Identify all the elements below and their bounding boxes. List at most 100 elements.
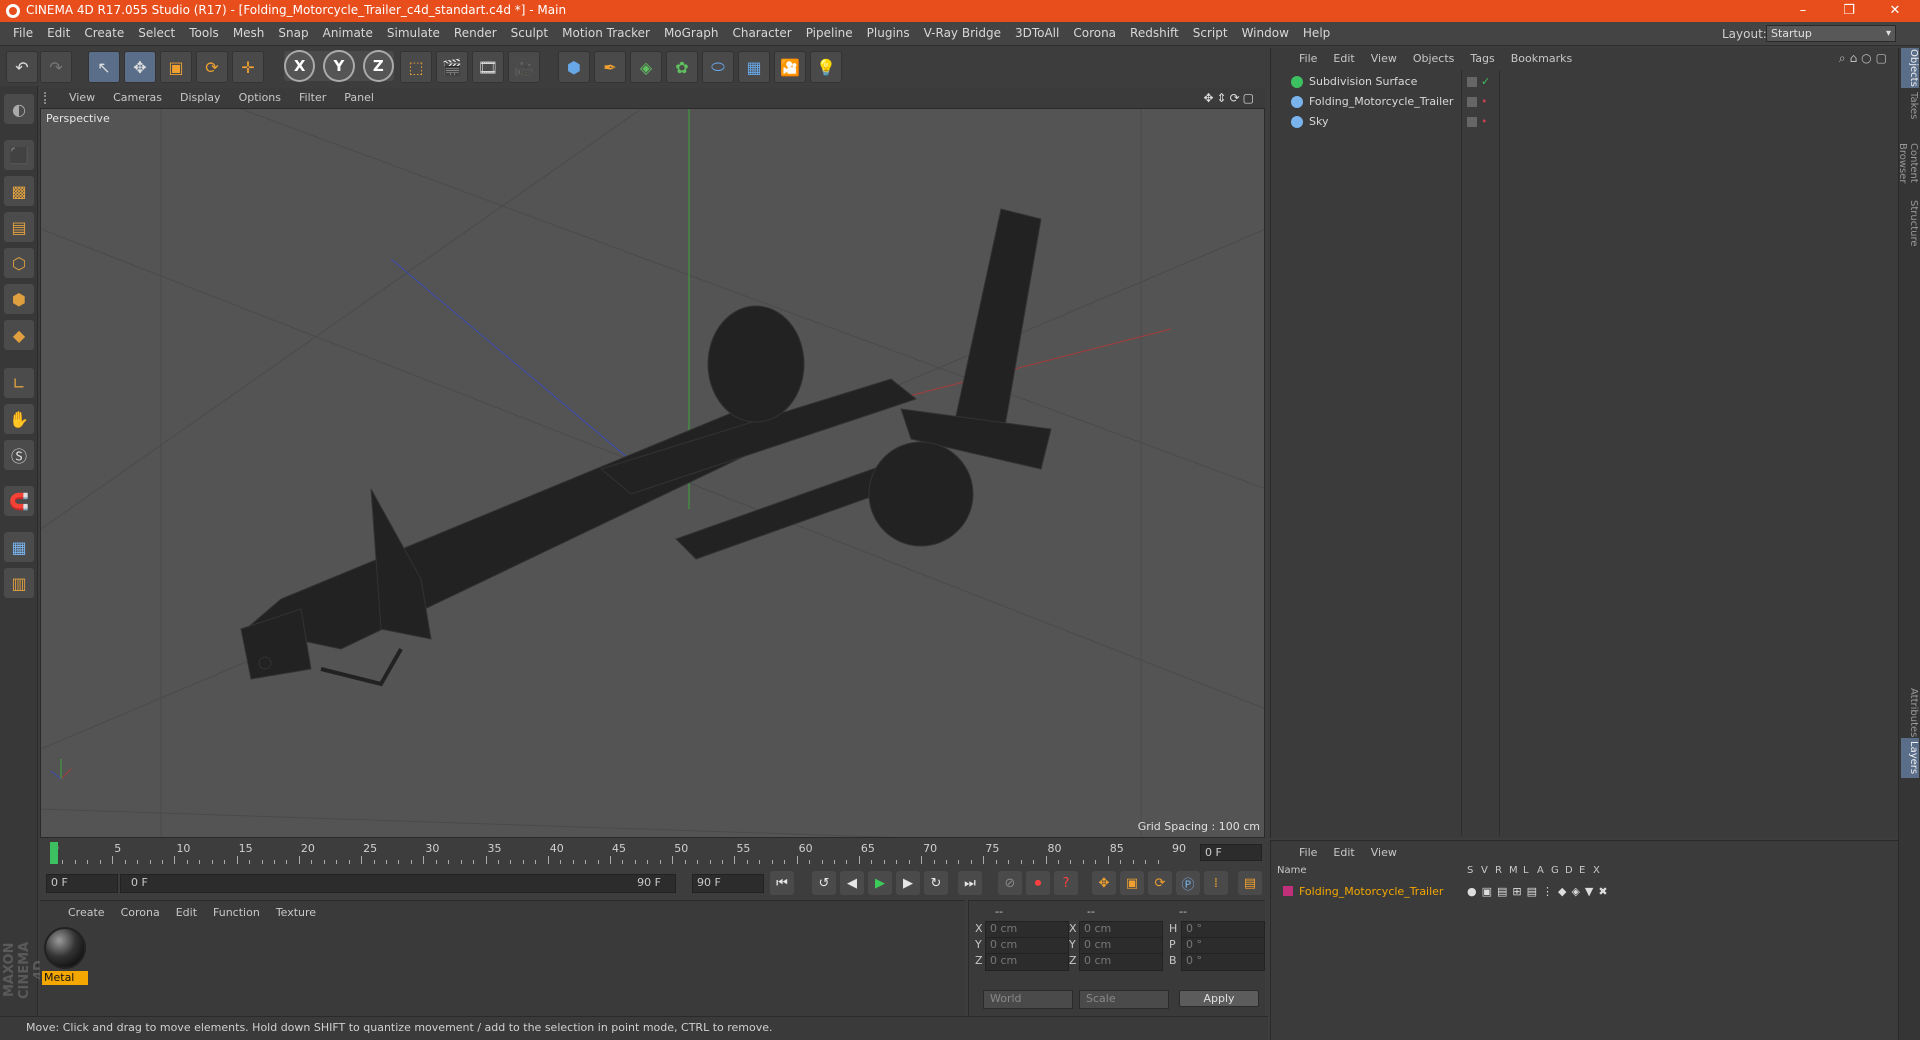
tab-structure[interactable]: Structure: [1901, 198, 1919, 248]
subdivision-surface-icon[interactable]: ◈: [630, 51, 662, 83]
viewport-menu-cameras[interactable]: Cameras: [104, 91, 171, 104]
close-button[interactable]: ✕: [1872, 0, 1918, 22]
tab-takes[interactable]: Takes: [1901, 88, 1919, 124]
object-enable-icon[interactable]: •: [1481, 112, 1488, 132]
viewport-navigation-icons[interactable]: ✥⇕⟳▢: [1203, 91, 1257, 105]
object-row[interactable]: Folding_Motorcycle_Trailer •: [1271, 92, 1899, 112]
viewport-menu-filter[interactable]: Filter: [290, 91, 335, 104]
menu-mograph[interactable]: MoGraph: [657, 26, 726, 40]
menu-plugins[interactable]: Plugins: [860, 26, 917, 40]
step-back-icon[interactable]: ◀: [840, 871, 864, 895]
make-editable-icon[interactable]: ◐: [4, 94, 34, 124]
workplane-icon[interactable]: ▤: [4, 212, 34, 242]
object-manager-tools-icons[interactable]: ⌕⌂○▢: [1839, 51, 1891, 66]
step-forward-icon[interactable]: ▶: [896, 871, 920, 895]
key-scale-icon[interactable]: ▣: [1120, 871, 1144, 895]
timeline[interactable]: 051015202530354045505560657075808590 0 F: [40, 840, 1265, 866]
viewport-menu-display[interactable]: Display: [171, 91, 230, 104]
object-visibility-icon[interactable]: [1467, 77, 1477, 87]
key-parameter-icon[interactable]: Ⓟ: [1176, 871, 1200, 895]
end-frame-field[interactable]: 90 F: [692, 874, 764, 893]
move-tool-icon[interactable]: ✥: [124, 51, 156, 83]
metal-material-thumbnail[interactable]: [44, 927, 86, 969]
light-icon[interactable]: 💡: [810, 51, 842, 83]
workplane-lock-icon[interactable]: ▦: [4, 532, 34, 562]
play-icon[interactable]: ▶: [868, 871, 892, 895]
object-row[interactable]: Sky •: [1271, 112, 1899, 132]
object-row[interactable]: Subdivision Surface ✓: [1271, 72, 1899, 92]
object-menu-file[interactable]: File: [1291, 52, 1325, 65]
tab-attributes[interactable]: Attributes: [1901, 688, 1919, 738]
material-menu-edit[interactable]: Edit: [168, 906, 205, 919]
points-mode-icon[interactable]: ⬡: [4, 248, 34, 278]
menu-sculpt[interactable]: Sculpt: [504, 26, 555, 40]
object-visibility-icon[interactable]: [1467, 97, 1477, 107]
key-position-icon[interactable]: ✥: [1092, 871, 1116, 895]
playhead[interactable]: [50, 842, 58, 864]
key-rotation-icon[interactable]: ⟳: [1148, 871, 1172, 895]
rotate-tool-icon[interactable]: ⟳: [196, 51, 228, 83]
menu-render[interactable]: Render: [447, 26, 504, 40]
cloner-icon[interactable]: ✿: [666, 51, 698, 83]
floor-icon[interactable]: ▦: [738, 51, 770, 83]
undo-icon[interactable]: ↶: [6, 51, 38, 83]
apply-button[interactable]: Apply: [1179, 990, 1259, 1007]
start-frame-field[interactable]: 0 F: [46, 874, 118, 893]
menu-create[interactable]: Create: [77, 26, 131, 40]
live-selection-icon[interactable]: ↖: [88, 51, 120, 83]
cube-primitive-icon[interactable]: ⬢: [558, 51, 590, 83]
menu-redshift[interactable]: Redshift: [1123, 26, 1186, 40]
menu-edit[interactable]: Edit: [40, 26, 77, 40]
layer-menu-view[interactable]: View: [1363, 846, 1405, 859]
key-pla-icon[interactable]: ⁞: [1204, 871, 1228, 895]
tweak-mode-icon[interactable]: ✋: [4, 404, 34, 434]
z-axis-lock-icon[interactable]: Z: [362, 50, 394, 82]
material-menu-create[interactable]: Create: [60, 906, 113, 919]
viewport-menu-options[interactable]: Options: [230, 91, 290, 104]
object-name[interactable]: Subdivision Surface: [1309, 72, 1417, 92]
range-slider[interactable]: 0 F 90 F: [120, 874, 676, 893]
material-menu-function[interactable]: Function: [205, 906, 268, 919]
panel-grip-icon[interactable]: [44, 92, 54, 104]
object-enable-icon[interactable]: •: [1481, 92, 1488, 112]
axis-mode-icon[interactable]: ∟: [4, 368, 34, 398]
go-to-next-key-icon[interactable]: ↻: [924, 871, 948, 895]
perspective-viewport[interactable]: Perspective Grid Spacing : 100 cm: [40, 108, 1265, 838]
model-mode-icon[interactable]: ⬛: [4, 140, 34, 170]
layer-name[interactable]: Folding_Motorcycle_Trailer: [1299, 883, 1443, 901]
object-name[interactable]: Folding_Motorcycle_Trailer: [1309, 92, 1453, 112]
object-menu-bookmarks[interactable]: Bookmarks: [1503, 52, 1580, 65]
object-menu-objects[interactable]: Objects: [1405, 52, 1463, 65]
restore-button[interactable]: ❐: [1826, 0, 1872, 22]
menu-file[interactable]: File: [6, 26, 40, 40]
coord-rotation-field[interactable]: 0 °: [1181, 953, 1265, 971]
layout-select[interactable]: Startup: [1766, 25, 1896, 42]
coordinate-type-select[interactable]: Scale: [1079, 990, 1169, 1009]
go-to-end-icon[interactable]: ⏭: [958, 871, 982, 895]
timeline-window-icon[interactable]: ▤: [1238, 871, 1262, 895]
tab-objects[interactable]: Objects: [1901, 48, 1919, 88]
tab-content-browser[interactable]: Content Browser: [1897, 128, 1919, 198]
coord-position-field[interactable]: 0 cm: [985, 953, 1069, 971]
menu-script[interactable]: Script: [1186, 26, 1235, 40]
record-off-icon[interactable]: ⊘: [998, 871, 1022, 895]
menu-v-ray-bridge[interactable]: V-Ray Bridge: [917, 26, 1008, 40]
autokey-icon[interactable]: ?: [1054, 871, 1078, 895]
viewport-menu-panel[interactable]: Panel: [335, 91, 383, 104]
layer-menu-edit[interactable]: Edit: [1325, 846, 1362, 859]
timeline-ruler[interactable]: 051015202530354045505560657075808590: [50, 842, 1190, 864]
render-picture-viewer-icon[interactable]: 🎞: [472, 51, 504, 83]
menu-mesh[interactable]: Mesh: [226, 26, 272, 40]
coord-size-field[interactable]: 0 cm: [1079, 953, 1163, 971]
menu-select[interactable]: Select: [131, 26, 182, 40]
menu-character[interactable]: Character: [725, 26, 798, 40]
menu-simulate[interactable]: Simulate: [380, 26, 447, 40]
material-name[interactable]: Metal: [42, 971, 88, 985]
menu-corona[interactable]: Corona: [1066, 26, 1123, 40]
record-keys-icon[interactable]: ⏺: [1026, 871, 1050, 895]
material-menu-corona[interactable]: Corona: [113, 906, 168, 919]
snap-icon[interactable]: 🧲: [4, 486, 34, 516]
object-enable-icon[interactable]: ✓: [1481, 72, 1490, 92]
y-axis-lock-icon[interactable]: Y: [323, 50, 355, 82]
material-menu-texture[interactable]: Texture: [268, 906, 324, 919]
